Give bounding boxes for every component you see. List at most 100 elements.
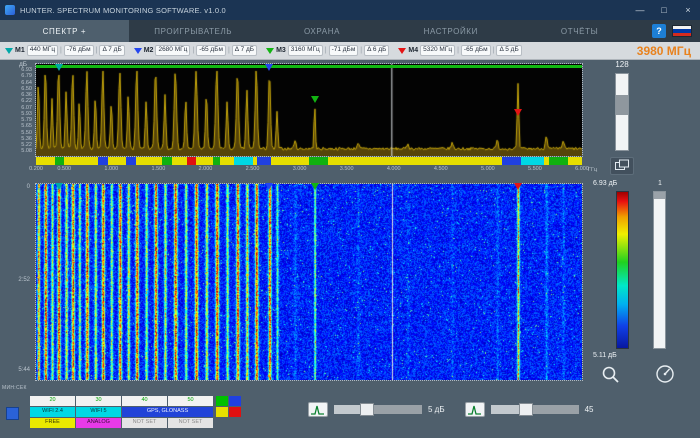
slider-handle[interactable] (519, 403, 533, 416)
time-axis: 02:525:44 (0, 184, 33, 380)
y-tick: 6.79 (0, 74, 32, 80)
waterfall-canvas[interactable] (36, 184, 582, 380)
band-chip[interactable] (229, 396, 241, 406)
time-unit-label: МИН:СЕК (2, 385, 27, 391)
marker-level: -71 дБм (329, 45, 359, 56)
window-title: HUNTER. SPECTRUM MONITORING SOFTWARE. v1… (20, 6, 628, 15)
legend-cell[interactable]: 50 (168, 396, 213, 406)
x-tick: 1.000 (104, 167, 118, 173)
band-segment (162, 157, 171, 165)
marker-name: M4 (408, 47, 418, 54)
legend-cell[interactable]: WIFI 2.4 (30, 407, 75, 417)
gain-slider-handle[interactable] (616, 95, 628, 115)
marker-readout-m4[interactable]: M45320 МГц|-65 дБм|Δ 5 дБ (398, 45, 521, 56)
marker-delta: Δ 6 дБ (364, 45, 389, 56)
snapshot-button[interactable] (610, 157, 634, 175)
band-segment (549, 157, 568, 165)
tab-settings[interactable]: НАСТРОЙКИ (386, 20, 515, 42)
marker-level: -76 дБм (64, 45, 94, 56)
separator: | (493, 47, 495, 54)
marker-frequency: 5320 МГц (420, 45, 455, 56)
help-button[interactable]: ? (652, 24, 666, 38)
bottom-slider-group: 5 дБ (308, 402, 445, 417)
language-flag-icon[interactable] (672, 25, 692, 37)
marker-icon (134, 48, 142, 54)
legend-cell[interactable]: WIFI 5 (76, 407, 121, 417)
contrast-slider-handle[interactable] (654, 192, 665, 199)
band-legend: 20304050 WIFI 2.4WIFI 5GPS, GLONASS FREEAN… (30, 396, 213, 428)
spectrum-canvas[interactable] (36, 64, 582, 156)
scale-max-label: 6.93 дБ (593, 180, 641, 187)
marker-name: M1 (15, 47, 25, 54)
x-tick: 0.200 (29, 167, 43, 173)
legend-cell[interactable]: 20 (30, 396, 75, 406)
tab-bar: СПЕКТР +ПРОИГРЫВАТЕЛЬОХРАНАНАСТРОЙКИОТЧЁ… (0, 20, 700, 42)
band-chip[interactable] (216, 396, 228, 406)
legend-cell[interactable]: GPS, GLONASS (122, 407, 213, 417)
legend-cell[interactable]: 30 (76, 396, 121, 406)
tab-player[interactable]: ПРОИГРЫВАТЕЛЬ (129, 20, 258, 42)
marker-delta: Δ 7 дБ (232, 45, 257, 56)
x-tick: 5.000 (481, 167, 495, 173)
marker-frequency: 2680 МГц (155, 45, 190, 56)
gain-slider[interactable] (615, 73, 629, 151)
marker-level: -65 дБм (196, 45, 226, 56)
tab-list: СПЕКТР +ПРОИГРЫВАТЕЛЬОХРАНАНАСТРОЙКИОТЧЁ… (0, 20, 644, 42)
window-controls: — □ × (628, 0, 700, 20)
bottom-slider-group: 45 (465, 402, 594, 417)
close-button[interactable]: × (676, 0, 700, 20)
tab-spectrum[interactable]: СПЕКТР + (0, 20, 129, 42)
slider-value-label: 5 дБ (428, 405, 445, 414)
band-segment (521, 157, 545, 165)
spectrum-plot[interactable] (36, 64, 582, 156)
x-tick: 6.000 (575, 167, 589, 173)
tab-guard[interactable]: ОХРАНА (258, 20, 387, 42)
minimize-button[interactable]: — (628, 0, 652, 20)
x-tick: 4.500 (434, 167, 448, 173)
gain-value: 128 (600, 60, 644, 69)
slider-track[interactable] (334, 405, 422, 414)
contrast-value: 1 (653, 180, 667, 187)
band-chip[interactable] (229, 407, 241, 417)
gauge-button[interactable] (650, 362, 680, 388)
band-allocation-strip (36, 157, 582, 165)
separator: | (457, 47, 459, 54)
marker-icon (266, 48, 274, 54)
frequency-unit-label: ГГц (588, 167, 597, 173)
marker-icon (5, 48, 13, 54)
marker-icon (398, 48, 406, 54)
slider-handle[interactable] (360, 403, 374, 416)
legend-color-button[interactable] (6, 407, 19, 420)
band-segment (234, 157, 253, 165)
marker-readouts: M1440 МГц|-76 дБм|Δ 7 дБM22680 МГц|-65 д… (5, 45, 637, 56)
zoom-button[interactable] (598, 364, 624, 388)
waterfall-plot[interactable] (36, 184, 582, 380)
x-tick: 5.500 (528, 167, 542, 173)
marker-readout-m1[interactable]: M1440 МГц|-76 дБм|Δ 7 дБ (5, 45, 125, 56)
legend-cell[interactable]: FREE (30, 418, 75, 428)
marker-readout-m2[interactable]: M22680 МГц|-65 дБм|Δ 7 дБ (134, 45, 257, 56)
layers-icon (614, 159, 630, 171)
tabbar-right-controls: ? (644, 20, 700, 42)
legend-cell[interactable]: ANALOG (76, 418, 121, 428)
tab-reports[interactable]: ОТЧЁТЫ (515, 20, 644, 42)
title-bar: HUNTER. SPECTRUM MONITORING SOFTWARE. v1… (0, 0, 700, 20)
legend-cell[interactable]: NOT SET (168, 418, 213, 428)
contrast-slider[interactable] (653, 191, 666, 349)
slider-track[interactable] (491, 405, 579, 414)
threshold-line[interactable] (36, 65, 582, 68)
separator: | (60, 47, 62, 54)
spectrum-y-axis: 6.936.796.646.506.366.226.075.935.795.65… (0, 68, 32, 155)
band-chip[interactable] (216, 407, 228, 417)
marker-readout-m3[interactable]: M33160 МГц|-71 дБм|Δ 6 дБ (266, 45, 389, 56)
band-segment (126, 157, 135, 165)
band-segment (213, 157, 221, 165)
color-scale[interactable] (616, 191, 629, 349)
time-tick: 5:44 (18, 367, 30, 373)
maximize-button[interactable]: □ (652, 0, 676, 20)
band-color-chips (216, 396, 241, 417)
legend-cell[interactable]: 40 (122, 396, 167, 406)
marker-delta: Δ 7 дБ (99, 45, 124, 56)
legend-cell[interactable]: NOT SET (122, 418, 167, 428)
x-tick: 3.500 (340, 167, 354, 173)
